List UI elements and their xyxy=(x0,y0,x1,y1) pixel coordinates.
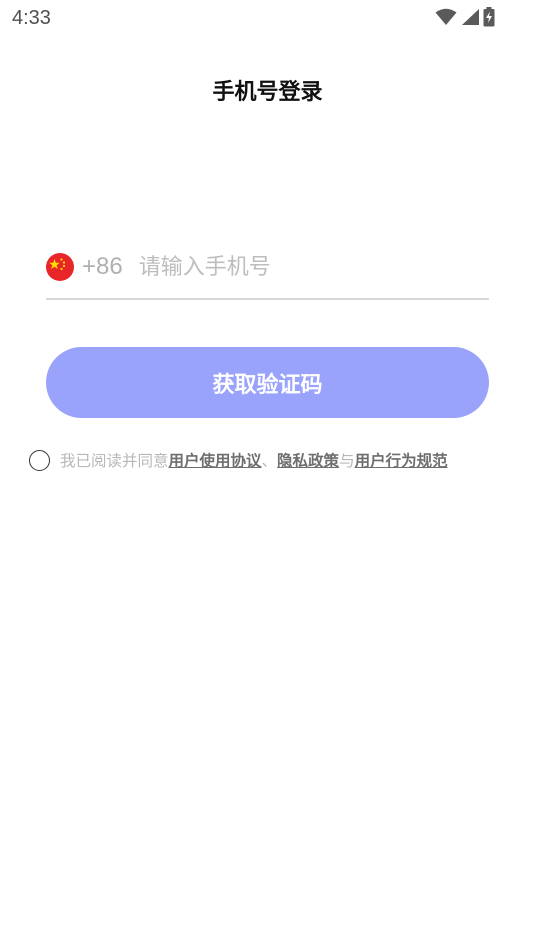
battery-charging-icon xyxy=(483,7,495,27)
agreement-separator: 、 xyxy=(261,452,278,470)
country-code[interactable]: +86 xyxy=(82,253,123,281)
phone-input-underline xyxy=(46,298,489,300)
conduct-rules-link[interactable]: 用户行为规范 xyxy=(355,449,448,471)
agreement-row: 我已阅读并同意 用户使用协议 、 隐私政策 与 用户行为规范 xyxy=(29,448,529,472)
status-bar: 4:33 xyxy=(0,0,535,36)
get-verification-code-button[interactable]: 获取验证码 xyxy=(46,347,489,418)
phone-number-input[interactable] xyxy=(138,249,489,285)
wifi-icon xyxy=(435,8,457,26)
agreement-checkbox[interactable] xyxy=(29,449,50,471)
privacy-policy-link[interactable]: 隐私政策 xyxy=(277,449,339,471)
signal-icon xyxy=(460,8,480,26)
agreement-prefix: 我已阅读并同意 xyxy=(60,452,169,470)
status-time: 4:33 xyxy=(12,7,51,29)
china-flag-icon[interactable] xyxy=(46,253,74,281)
phone-input-row: +86 xyxy=(46,246,489,288)
status-icons xyxy=(435,7,495,27)
page-title: 手机号登录 xyxy=(212,80,323,105)
user-agreement-link[interactable]: 用户使用协议 xyxy=(169,449,262,471)
agreement-separator: 与 xyxy=(339,452,355,470)
